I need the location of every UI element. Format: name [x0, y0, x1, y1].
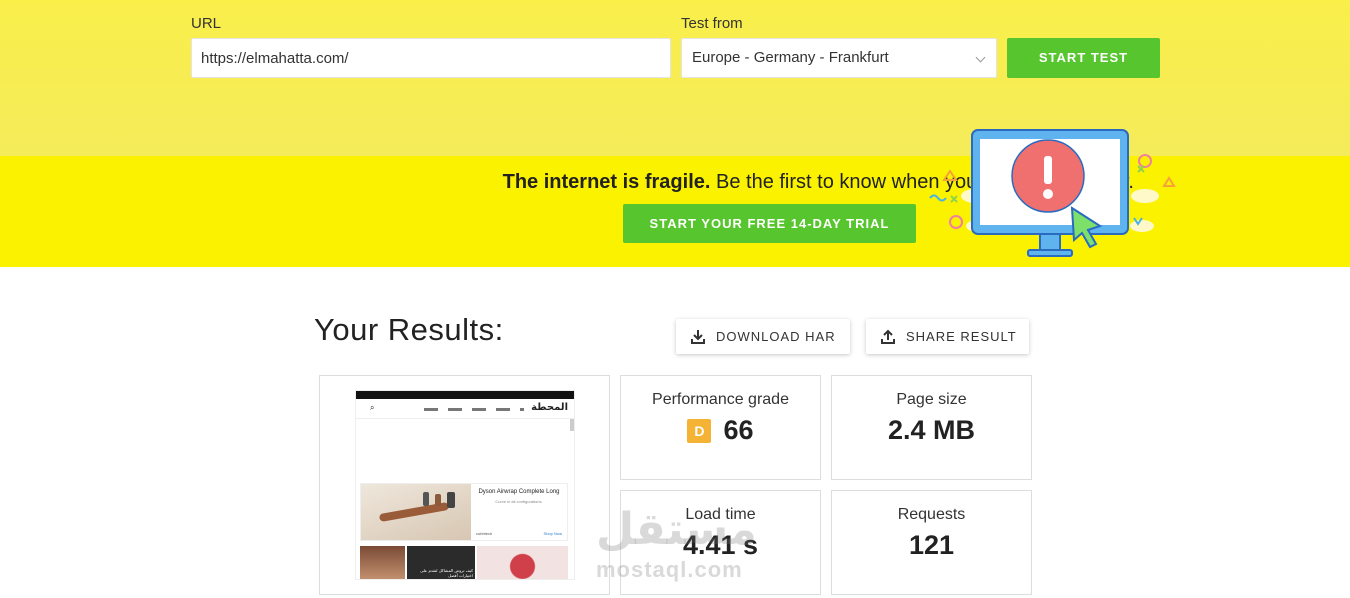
- watermark-arabic: مستقل: [596, 504, 757, 555]
- results-title: Your Results:: [314, 312, 504, 347]
- test-from-label: Test from: [681, 15, 743, 32]
- performance-grade-row: D 66: [621, 415, 820, 446]
- thumb-article-1: [360, 546, 405, 579]
- thumb-ad-part-3: [447, 492, 455, 508]
- thumb-menu: [424, 408, 524, 411]
- url-input[interactable]: [191, 38, 671, 78]
- download-har-label: DOWNLOAD HAR: [716, 329, 836, 344]
- trial-banner: The internet is fragile. Be the first to…: [0, 129, 1350, 267]
- performance-grade-card: Performance grade D 66: [620, 375, 821, 480]
- thumb-articles: كيف تروض المشاكل لتقدم على اختيارات أفضل: [360, 546, 568, 579]
- download-icon: [691, 329, 705, 344]
- url-label: URL: [191, 15, 222, 32]
- share-upload-icon: [881, 329, 895, 344]
- screenshot-card: المحطة ⌕ Dyson Airwrap Complete Long Cur…: [319, 375, 610, 595]
- banner-bold-text: The internet is fragile.: [502, 171, 711, 193]
- thumb-ad-part-1: [423, 492, 429, 506]
- requests-value: 121: [908, 530, 955, 560]
- test-location-select[interactable]: Europe - Germany - Frankfurt: [681, 38, 997, 78]
- thumb-article-2: كيف تروض المشاكل لتقدم على اختيارات أفضل: [407, 546, 475, 579]
- start-trial-button[interactable]: START YOUR FREE 14-DAY TRIAL: [623, 204, 916, 243]
- page-size-value: 2.4 MB: [887, 415, 976, 445]
- thumb-scrollbar: [570, 419, 574, 431]
- requests-label: Requests: [897, 506, 966, 523]
- thumb-article-3: [477, 546, 568, 579]
- site-screenshot: المحطة ⌕ Dyson Airwrap Complete Long Cur…: [355, 390, 575, 580]
- thumb-ad: Dyson Airwrap Complete Long Curve in all…: [360, 483, 568, 541]
- download-har-button[interactable]: DOWNLOAD HAR: [676, 319, 850, 354]
- share-result-label: SHARE RESULT: [906, 329, 1017, 344]
- thumb-logo: المحطة: [531, 402, 568, 413]
- thumb-article-caption: كيف تروض المشاكل لتقدم على اختيارات أفضل: [420, 568, 473, 578]
- monitor-alert-illustration: [929, 129, 1176, 257]
- start-test-button[interactable]: START TEST: [1007, 38, 1160, 78]
- thumb-ad-text: Dyson Airwrap Complete Long Curve in all…: [471, 484, 567, 540]
- watermark-latin: mostaql.com: [596, 557, 743, 582]
- performance-score: 66: [723, 415, 754, 445]
- requests-card: Requests 121: [831, 490, 1032, 595]
- share-result-button[interactable]: SHARE RESULT: [866, 319, 1029, 354]
- thumb-ad-sub: Curve in all configurations.: [495, 499, 543, 504]
- thumb-topbar: [356, 391, 574, 399]
- thumb-ad-brand: cobbtech: [476, 531, 493, 536]
- thumb-ad-cta: Shop Now: [543, 531, 562, 536]
- page-size-card: Page size 2.4 MB: [831, 375, 1032, 480]
- thumb-ad-title: Dyson Airwrap Complete Long: [478, 489, 560, 495]
- thumb-search-icon: ⌕: [370, 403, 375, 412]
- chevron-down-icon: [975, 52, 986, 63]
- thumb-ad-image: [361, 484, 471, 540]
- page-size-label: Page size: [896, 391, 967, 408]
- performance-grade-label: Performance grade: [652, 391, 789, 408]
- mostaql-watermark: مستقل mostaql.com: [596, 505, 757, 583]
- thumb-ad-part-2: [435, 494, 441, 506]
- thumb-nav: المحطة ⌕: [356, 399, 574, 419]
- grade-badge: D: [687, 418, 712, 443]
- test-location-value: Europe - Germany - Frankfurt: [692, 49, 889, 66]
